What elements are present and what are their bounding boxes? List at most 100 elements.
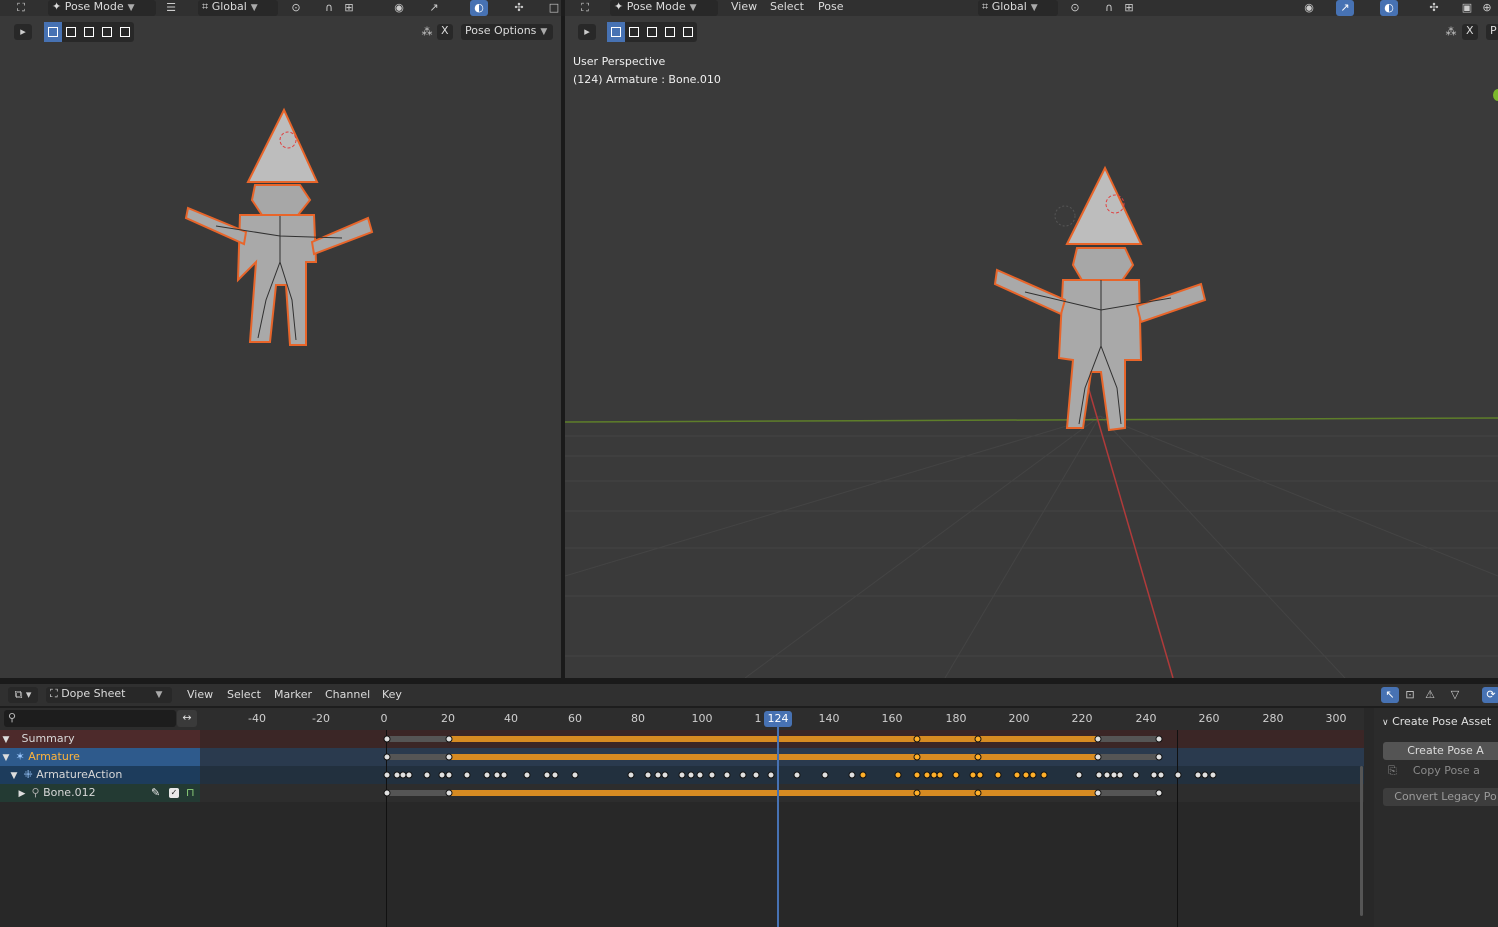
overlay-icon[interactable]: ◐ bbox=[470, 0, 488, 16]
keyframe[interactable] bbox=[821, 771, 829, 779]
left-mode-selector[interactable]: ✦ Pose Mode ▼ bbox=[48, 0, 156, 16]
keyframe[interactable] bbox=[696, 771, 704, 779]
ds-menu-view[interactable]: View bbox=[187, 684, 213, 706]
keyframe[interactable] bbox=[913, 753, 921, 761]
checkbox-icon[interactable]: ✓ bbox=[169, 788, 179, 798]
create-pose-asset-button[interactable]: Create Pose A bbox=[1383, 742, 1498, 760]
keyframe[interactable] bbox=[936, 771, 944, 779]
channel-summary[interactable]: ▼ Summary bbox=[0, 730, 200, 748]
ds-menu-key[interactable]: Key bbox=[382, 684, 402, 706]
left-transform-orientation[interactable]: ⌗ Global ▼ bbox=[198, 0, 278, 16]
keyframe[interactable] bbox=[493, 771, 501, 779]
keyframe[interactable] bbox=[723, 771, 731, 779]
ds-menu-select[interactable]: Select bbox=[227, 684, 261, 706]
menu-pose[interactable]: Pose bbox=[818, 0, 843, 16]
wireframe-icon[interactable]: ⊕ bbox=[1478, 0, 1496, 16]
expand-down-icon[interactable]: ▼ bbox=[0, 749, 12, 767]
shading-icon[interactable]: □ bbox=[545, 0, 563, 16]
keyframe[interactable] bbox=[445, 771, 453, 779]
xray-icon[interactable]: ✣ bbox=[1425, 0, 1443, 16]
create-pose-asset-panel-header[interactable]: ∨ Create Pose Asset bbox=[1382, 715, 1491, 728]
keyframe[interactable] bbox=[551, 771, 559, 779]
keyframe[interactable] bbox=[383, 753, 391, 761]
keyframe[interactable] bbox=[423, 771, 431, 779]
convert-legacy-button[interactable]: Convert Legacy Po bbox=[1383, 788, 1498, 806]
expand-right-icon[interactable]: ▶ bbox=[16, 785, 28, 803]
right-3d-viewport[interactable] bbox=[565, 16, 1498, 678]
keyframe[interactable] bbox=[1132, 771, 1140, 779]
keyframe[interactable] bbox=[1095, 771, 1103, 779]
snap-icon[interactable]: ∩ bbox=[320, 0, 338, 16]
keyframe[interactable] bbox=[405, 771, 413, 779]
keyframe[interactable] bbox=[1116, 771, 1124, 779]
keyframe-area[interactable] bbox=[200, 730, 1364, 927]
select-intersect-icon[interactable] bbox=[116, 22, 134, 42]
snap-target-icon[interactable]: ⊞ bbox=[340, 0, 358, 16]
menu-icon[interactable]: ☰ bbox=[162, 0, 180, 16]
keyframe[interactable] bbox=[543, 771, 551, 779]
visibility-icon[interactable]: ◉ bbox=[1300, 0, 1318, 16]
right-tool-select-icon[interactable]: ▸ bbox=[578, 24, 596, 40]
right-select-mode-group[interactable] bbox=[607, 22, 697, 42]
pivot-icon[interactable]: ⊙ bbox=[1066, 0, 1084, 16]
snap-target-icon[interactable]: ⊞ bbox=[1120, 0, 1138, 16]
keyframe[interactable] bbox=[793, 771, 801, 779]
keyframe[interactable] bbox=[913, 771, 921, 779]
keyframe[interactable] bbox=[767, 771, 775, 779]
dopesheet-mode-selector[interactable]: ⛶ Dope Sheet ▼ bbox=[46, 687, 172, 703]
keyframe[interactable] bbox=[678, 771, 686, 779]
keyframe[interactable] bbox=[1155, 789, 1163, 797]
left-3d-viewport[interactable] bbox=[0, 16, 561, 678]
editor-type-button-right[interactable]: ⛶ bbox=[576, 0, 594, 16]
playhead-line[interactable] bbox=[777, 730, 779, 927]
mirror-icon[interactable]: ⁂ bbox=[1442, 24, 1460, 40]
keyframe[interactable] bbox=[969, 771, 977, 779]
select-invert-icon[interactable] bbox=[661, 22, 679, 42]
filter-icon[interactable]: ▽ bbox=[1446, 687, 1464, 703]
keyframe[interactable] bbox=[383, 789, 391, 797]
channel-armature[interactable]: ▼ ✶ Armature bbox=[0, 748, 200, 766]
xray-icon[interactable]: ✣ bbox=[510, 0, 528, 16]
keyframe[interactable] bbox=[687, 771, 695, 779]
auto-key-icon[interactable]: ⟳ bbox=[1482, 687, 1498, 703]
keyframe[interactable] bbox=[1075, 771, 1083, 779]
select-subtract-icon[interactable] bbox=[643, 22, 661, 42]
keyframe[interactable] bbox=[1155, 753, 1163, 761]
select-intersect-icon[interactable] bbox=[679, 22, 697, 42]
expand-down-icon[interactable]: ▼ bbox=[8, 767, 20, 785]
editor-type-button[interactable]: ⛶ bbox=[12, 0, 30, 16]
keyframe[interactable] bbox=[654, 771, 662, 779]
shading-icon[interactable]: ▣ bbox=[1458, 0, 1476, 16]
gizmo-icon[interactable]: ↗ bbox=[1336, 0, 1354, 16]
keyframe[interactable] bbox=[627, 771, 635, 779]
right-transform-orientation[interactable]: ⌗ Global ▼ bbox=[978, 0, 1058, 16]
proportional-icon[interactable]: ◉ bbox=[390, 0, 408, 16]
keyframe[interactable] bbox=[752, 771, 760, 779]
keyframe[interactable] bbox=[500, 771, 508, 779]
keyframe[interactable] bbox=[483, 771, 491, 779]
select-new-icon[interactable] bbox=[44, 22, 62, 42]
keyframe[interactable] bbox=[1157, 771, 1165, 779]
keyframe[interactable] bbox=[523, 771, 531, 779]
keyframe[interactable] bbox=[1094, 753, 1102, 761]
select-subtract-icon[interactable] bbox=[80, 22, 98, 42]
keyframe[interactable] bbox=[1155, 735, 1163, 743]
mirror-icon[interactable]: ⁂ bbox=[418, 24, 436, 40]
left-mirror-x[interactable]: X bbox=[437, 24, 453, 40]
only-selected-icon[interactable]: ↖ bbox=[1381, 687, 1399, 703]
pose-options-dropdown[interactable]: Pose Options ▼ bbox=[461, 24, 553, 40]
keyframe[interactable] bbox=[661, 771, 669, 779]
only-errors-icon[interactable]: ⚠ bbox=[1421, 687, 1439, 703]
keyframe[interactable] bbox=[894, 771, 902, 779]
current-frame-indicator[interactable]: 124 bbox=[764, 711, 792, 727]
sidebar-divider[interactable] bbox=[1364, 708, 1374, 927]
keyframe[interactable] bbox=[445, 789, 453, 797]
channel-bone[interactable]: ▶ ⚲ Bone.012 ✎ ✓ ⊓ bbox=[0, 784, 200, 802]
menu-view[interactable]: View bbox=[731, 0, 757, 16]
keyframe[interactable] bbox=[1094, 735, 1102, 743]
frame-ruler[interactable]: -40 -20 0 20 40 60 80 100 1 140 160 180 … bbox=[200, 708, 1364, 730]
swap-icon[interactable]: ↔ bbox=[177, 710, 197, 727]
keyframe[interactable] bbox=[644, 771, 652, 779]
right-mirror-x[interactable]: X bbox=[1462, 24, 1478, 40]
gizmo-icon[interactable]: ↗ bbox=[425, 0, 443, 16]
